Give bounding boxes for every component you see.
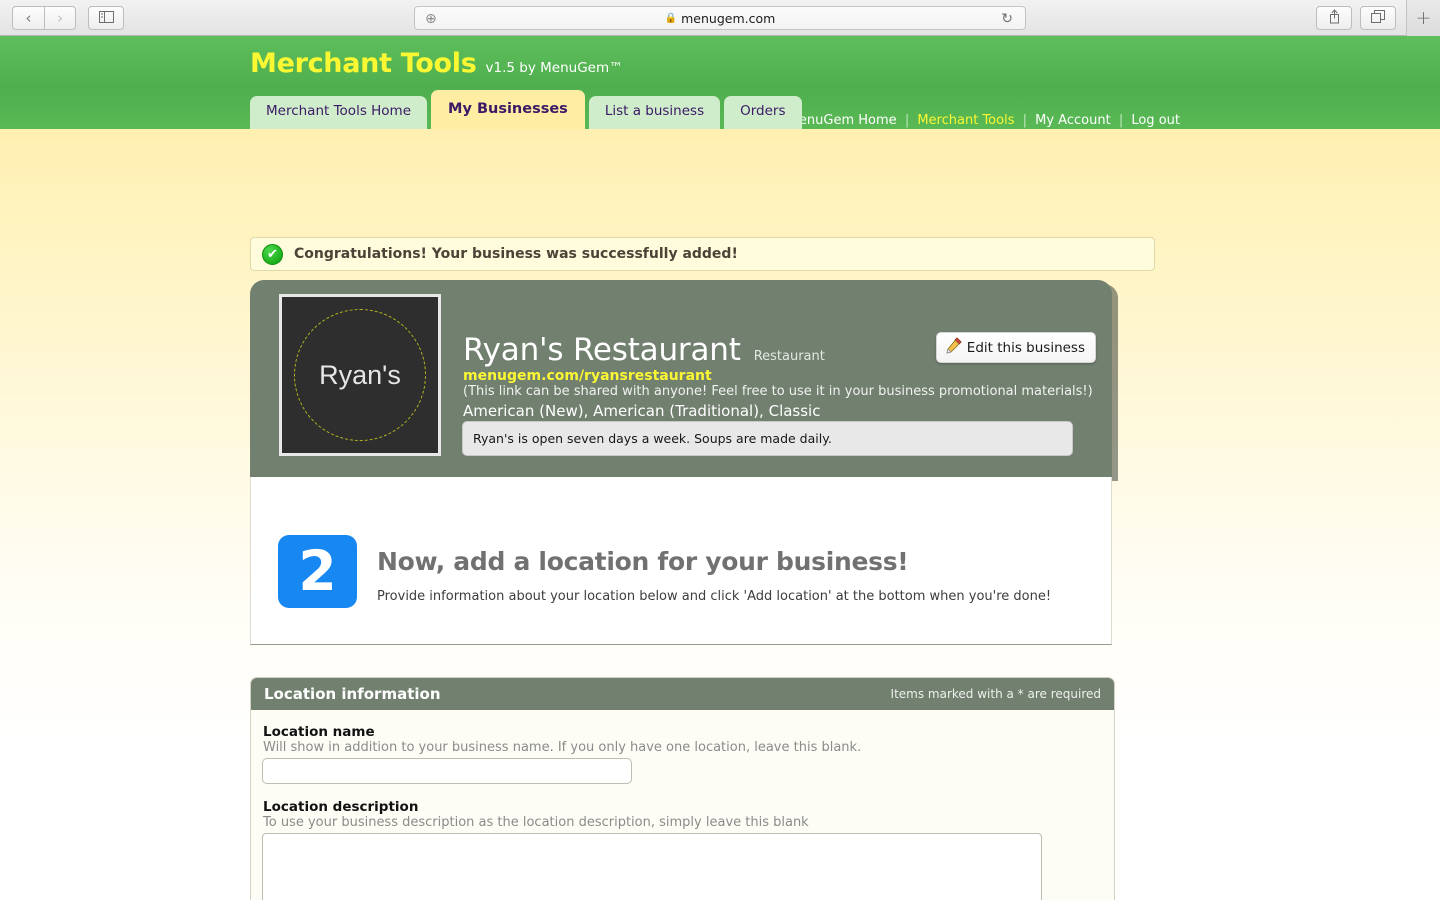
location-information-panel: Location information Items marked with a… (250, 677, 1115, 900)
step-number-badge: 2 (278, 535, 357, 608)
location-name-help: Will show in addition to your business n… (263, 740, 862, 755)
business-url-link[interactable]: menugem.com/ryansrestaurant (463, 368, 712, 384)
address-bar[interactable]: ⊕ 🔒 menugem.com ↻ (414, 6, 1026, 30)
share-icon (1328, 8, 1341, 28)
top-nav: MenuGem Home | Merchant Tools | My Accou… (788, 113, 1180, 128)
success-banner: ✔ Congratulations! Your business was suc… (250, 237, 1155, 271)
tab-orders[interactable]: Orders (724, 96, 802, 129)
brand-version: v1.5 by MenuGem™ (485, 60, 623, 76)
location-panel-title: Location information (264, 685, 441, 703)
tab-label: My Businesses (448, 100, 568, 117)
location-name-label: Location name (263, 724, 375, 740)
lock-icon: 🔒 (664, 12, 678, 24)
logo-text: Ryan's (319, 359, 401, 390)
business-summary-panel: Ryan's Ryan's Restaurant Restaurant menu… (250, 280, 1112, 477)
new-tab-button[interactable]: + (1406, 0, 1440, 36)
browser-chrome: ‹ › ⊕ 🔒 menugem.com ↻ + (0, 0, 1440, 36)
edit-business-label: Edit this business (966, 339, 1085, 356)
edit-business-button[interactable]: Edit this business (935, 332, 1096, 363)
plus-icon: + (1415, 7, 1432, 29)
page-body: Merchant Tools v1.5 by MenuGem™ MenuGem … (0, 36, 1440, 900)
business-url-note: (This link can be shared with anyone! Fe… (463, 384, 1093, 399)
location-description-label: Location description (263, 799, 419, 815)
business-head: Ryan's Restaurant Restaurant (463, 332, 825, 368)
business-name: Ryan's Restaurant (463, 332, 741, 368)
location-description-help: To use your business description as the … (263, 815, 809, 830)
page-title: Merchant Tools (250, 48, 477, 79)
sidebar-icon (98, 8, 114, 27)
site-header: Merchant Tools v1.5 by MenuGem™ MenuGem … (0, 36, 1440, 129)
nav-link-menugem-home[interactable]: MenuGem Home (788, 113, 897, 128)
share-button[interactable] (1316, 6, 1352, 30)
step-subtitle: Provide information about your location … (377, 589, 1052, 604)
nav-link-log-out[interactable]: Log out (1131, 113, 1180, 128)
nav-separator: | (1118, 113, 1124, 128)
check-circle-icon: ✔ (262, 243, 283, 265)
brand-block: Merchant Tools v1.5 by MenuGem™ (250, 48, 623, 79)
reload-icon[interactable]: ↻ (1001, 11, 1013, 27)
back-button[interactable]: ‹ (12, 5, 44, 30)
step-card: 2 Now, add a location for your business!… (250, 477, 1112, 645)
logo-dashed-circle: Ryan's (294, 309, 426, 441)
tab-label: Orders (740, 103, 786, 120)
location-name-input[interactable] (262, 758, 632, 784)
nav-link-my-account[interactable]: My Account (1035, 113, 1111, 128)
business-category: Restaurant (753, 349, 825, 364)
nav-link-merchant-tools[interactable]: Merchant Tools (917, 113, 1014, 128)
step-title: Now, add a location for your business! (377, 547, 909, 576)
chevron-left-icon: ‹ (25, 8, 32, 27)
tab-my-businesses[interactable]: My Businesses (431, 90, 585, 129)
forward-button[interactable]: › (44, 5, 76, 30)
tabs-icon (1370, 9, 1386, 28)
business-description: Ryan's is open seven days a week. Soups … (462, 421, 1073, 456)
sidebar-toggle-button[interactable] (88, 5, 124, 30)
nav-separator: | (904, 113, 910, 128)
business-cuisines: American (New), American (Traditional), … (463, 402, 821, 420)
tab-bar: Merchant Tools Home My Businesses List a… (250, 90, 802, 129)
pencil-icon (945, 337, 962, 358)
check-glyph: ✔ (267, 246, 278, 262)
nav-separator: | (1022, 113, 1027, 128)
add-bookmark-icon[interactable]: ⊕ (425, 11, 437, 27)
business-logo: Ryan's (279, 294, 441, 456)
location-panel-header: Location information Items marked with a… (251, 678, 1114, 710)
chevron-right-icon: › (57, 8, 63, 27)
tab-list-a-business[interactable]: List a business (588, 96, 721, 129)
url-text: menugem.com (681, 10, 776, 26)
tab-label: Merchant Tools Home (266, 103, 412, 120)
tab-label: List a business (604, 103, 705, 120)
tab-merchant-tools-home[interactable]: Merchant Tools Home (250, 96, 428, 129)
location-description-input[interactable] (262, 833, 1042, 900)
success-banner-text: Congratulations! Your business was succe… (294, 246, 738, 262)
show-tabs-button[interactable] (1360, 6, 1396, 30)
required-fields-note: Items marked with a * are required (890, 687, 1101, 701)
